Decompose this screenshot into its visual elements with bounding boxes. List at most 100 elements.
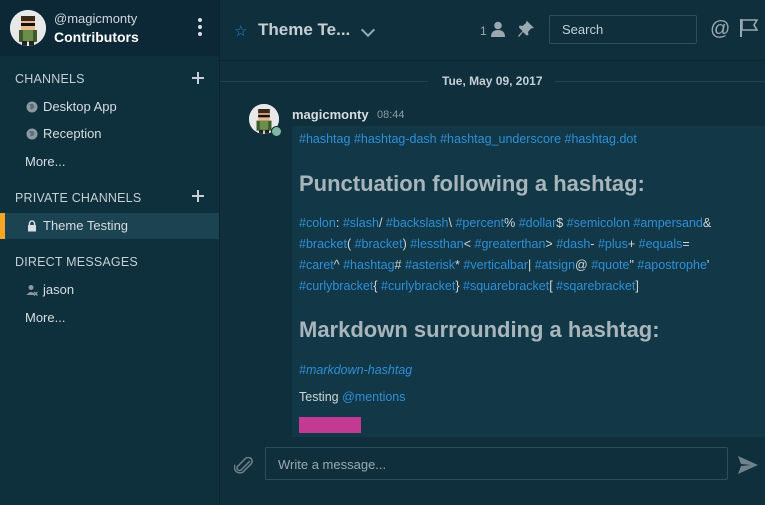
hashtag-link[interactable]: #slash <box>343 216 379 230</box>
punctuation-char: } <box>455 279 460 293</box>
date-separator-text: Tue, May 09, 2017 <box>442 74 543 88</box>
punctuation-char: " <box>629 258 634 272</box>
channels-section-title: CHANNELS <box>15 72 85 86</box>
online-status-badge <box>271 126 282 137</box>
punctuation-char: [ <box>549 279 553 293</box>
hashtag-link[interactable]: #hashtag-dash <box>354 132 437 146</box>
punctuation-line: #bracket( #bracket) #lessthan< #greatert… <box>299 237 690 251</box>
hashtag-link[interactable]: #dollar <box>519 216 557 230</box>
punctuation-char: = <box>682 237 690 251</box>
punctuation-char: # <box>394 258 402 272</box>
mention-link[interactable]: @mentions <box>342 390 405 404</box>
hashtag-link[interactable]: #lessthan <box>410 237 464 251</box>
post-time[interactable]: 08:44 <box>377 109 405 121</box>
hashtag-link[interactable]: #ampersand <box>633 216 703 230</box>
punctuation-char: - <box>590 237 595 251</box>
hashtag-link[interactable]: #quote <box>591 258 629 272</box>
heading-markdown: Markdown surrounding a hashtag: <box>299 317 660 342</box>
hashtag-link[interactable]: #curlybracket <box>381 279 455 293</box>
hashtag-link[interactable]: #hashtag <box>299 132 350 146</box>
main-panel: ☆ Theme Te... 1 Search @ Tue, May 09, 20… <box>220 0 765 505</box>
hashtag-link[interactable]: #percent <box>455 216 504 230</box>
message-input[interactable]: Write a message... <box>265 447 728 480</box>
member-count[interactable]: 1 <box>480 24 487 38</box>
hashtag-link[interactable]: #colon <box>299 216 336 230</box>
post-message-body: #hashtag #hashtag-dash #hashtag_undersco… <box>292 126 765 437</box>
hashtag-link[interactable]: #apostrophe <box>637 258 707 272</box>
user-icon <box>26 285 38 296</box>
hashtag-link[interactable]: #hashtag_underscore <box>440 132 561 146</box>
hashtag-link[interactable]: #hashtag <box>343 258 394 272</box>
date-separator: Tue, May 09, 2017 <box>220 74 765 88</box>
punctuation-char: { <box>373 279 378 293</box>
punctuation-char: | <box>528 258 532 272</box>
hashtag-link[interactable]: #semicolon <box>567 216 630 230</box>
hashtag-link[interactable]: #asterisk <box>405 258 455 272</box>
hashtag-link[interactable]: #squarebracket <box>463 279 549 293</box>
sidebar-item-theme-testing[interactable]: Theme Testing <box>0 213 219 239</box>
hashtag-link[interactable]: #plus <box>598 237 628 251</box>
punctuation-char: / <box>378 216 383 230</box>
highlight-badge[interactable]: #highlights <box>299 417 361 433</box>
punctuation-char: ] <box>635 279 639 293</box>
sidebar-item-label: Theme Testing <box>43 218 129 233</box>
member-icon[interactable] <box>491 21 505 37</box>
star-icon[interactable]: ☆ <box>234 22 247 40</box>
user-avatar[interactable] <box>10 10 46 46</box>
punctuation-line: #caret^ #hashtag# #asterisk* #verticalba… <box>299 258 709 272</box>
hashtag-link[interactable]: #curlybracket <box>299 279 373 293</box>
direct-messages-more-link[interactable]: More... <box>25 310 65 325</box>
date-divider-line <box>555 81 765 82</box>
date-divider-line <box>220 81 428 82</box>
hashtag-link[interactable]: #caret <box>299 258 334 272</box>
testing-text: Testing <box>299 390 339 404</box>
kebab-menu-icon[interactable] <box>194 18 206 38</box>
pin-icon[interactable] <box>518 21 534 39</box>
lock-icon <box>28 220 36 232</box>
pixel-avatar-icon <box>10 10 46 46</box>
hashtag-link[interactable]: #hashtag.dot <box>565 132 637 146</box>
hashtag-link[interactable]: #markdown-hashtag <box>299 363 412 377</box>
add-channel-plus-icon[interactable] <box>192 72 204 84</box>
sidebar-item-label: Reception <box>43 126 102 141</box>
hashtag-link[interactable]: #sqarebracket <box>556 279 635 293</box>
punctuation-char: % <box>504 216 516 230</box>
punctuation-line: #colon: #slash/ #backslash\ #percent% #d… <box>299 216 711 230</box>
sidebar-item-desktop-app[interactable]: Desktop App <box>0 94 219 120</box>
add-private-channel-plus-icon[interactable] <box>192 190 204 202</box>
punctuation-char: $ <box>556 216 564 230</box>
punctuation-char: > <box>545 237 553 251</box>
send-icon[interactable] <box>738 456 758 474</box>
channel-title[interactable]: Theme Te... <box>258 20 350 40</box>
punctuation-char: * <box>455 258 460 272</box>
hashtag-link[interactable]: #bracket <box>355 237 403 251</box>
private-channels-section-title: PRIVATE CHANNELS <box>15 191 142 205</box>
post-username[interactable]: magicmonty <box>292 107 369 122</box>
punctuation-char: ' <box>706 258 710 272</box>
punctuation-char: < <box>463 237 472 251</box>
hashtag-link[interactable]: #verticalbar <box>463 258 528 272</box>
paperclip-icon[interactable] <box>234 457 254 475</box>
sidebar-item-reception[interactable]: Reception <box>0 121 219 147</box>
search-input[interactable]: Search <box>549 15 697 44</box>
sidebar-item-jason[interactable]: jason <box>0 277 219 303</box>
channels-more-link[interactable]: More... <box>25 154 65 169</box>
sidebar-item-label: jason <box>43 282 75 297</box>
flag-icon[interactable] <box>740 19 758 37</box>
active-indicator <box>0 213 5 239</box>
hashtag-link[interactable]: #equals <box>639 237 683 251</box>
punctuation-char: \ <box>448 216 452 230</box>
team-name: Contributors <box>54 29 139 45</box>
sidebar: @magicmonty Contributors CHANNELS Deskto… <box>0 0 220 505</box>
hashtag-link[interactable]: #dash <box>556 237 590 251</box>
hashtag-link[interactable]: #backslash <box>386 216 449 230</box>
hashtag-link[interactable]: #greaterthan <box>475 237 546 251</box>
chevron-down-icon[interactable] <box>360 22 376 38</box>
hashtag-link[interactable]: #bracket <box>299 237 347 251</box>
at-icon[interactable]: @ <box>710 18 730 41</box>
mentions-line: Testing @mentions <box>299 390 406 404</box>
team-header[interactable]: @magicmonty Contributors <box>0 0 219 56</box>
globe-icon <box>26 101 38 113</box>
hashtag-link[interactable]: #atsign <box>535 258 575 272</box>
channel-header: ☆ Theme Te... 1 Search @ <box>220 0 765 61</box>
